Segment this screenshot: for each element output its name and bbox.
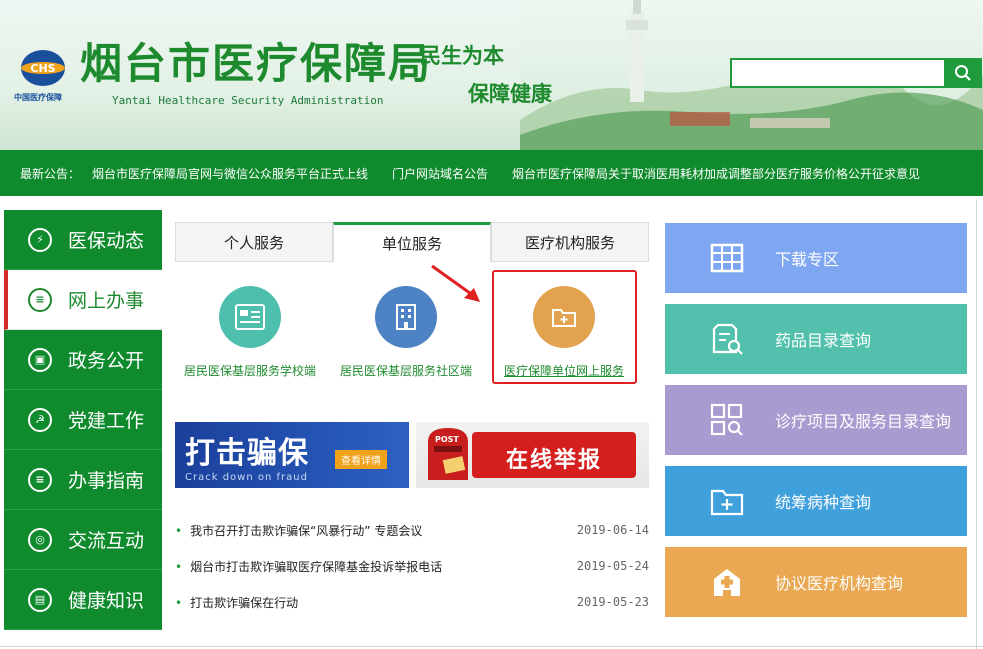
mailbox-label: POST [435,435,459,444]
tab-unit-service[interactable]: 单位服务 [333,222,491,262]
quick-link-drug-catalog[interactable]: 药品目录查询 [665,304,967,374]
squares-search-icon [709,402,745,438]
site-header: CHS 中国医疗保障 烟台市医疗保障局 Yantai Healthcare Se… [0,0,983,150]
document-search-icon [709,321,745,357]
quick-link-disease-query[interactable]: 统筹病种查询 [665,466,967,536]
nav-item-public-affairs[interactable]: ▣ 政务公开 [4,330,162,390]
service-label: 居民医保基层服务社区端 [339,364,472,378]
hammer-sickle-icon: ☭ [28,407,52,432]
nav-item-label: 交流互动 [68,530,145,552]
service-label: 居民医保基层服务学校端 [183,364,316,378]
news-item[interactable]: 我市召开打击欺诈骗保“风暴行动” 专题会议 2019-06-14 [175,512,649,548]
search-input[interactable] [730,58,944,88]
news-date: 2019-05-24 [576,559,649,573]
list-icon: ≡ [28,287,52,312]
banner-report-title: 在线举报 [505,448,602,473]
list-icon: ≡ [28,467,52,492]
quick-link-label: 协议医疗机构查询 [775,574,904,593]
service-tabs: 个人服务 单位服务 医疗机构服务 [175,222,649,262]
nav-item-online-service[interactable]: ≡ 网上办事 [4,270,162,330]
slogan-line-1: 民生为本 [420,44,504,68]
site-subtitle: Yantai Healthcare Security Administratio… [112,94,384,107]
site-title: 烟台市医疗保障局 [80,39,433,88]
news-item[interactable]: 打击欺诈骗保在行动 2019-05-23 [175,584,649,620]
news-title[interactable]: 烟台市打击欺诈骗取医疗保障基金投诉举报电话 [175,558,442,575]
banner-report-panel: 在线举报 [472,432,636,478]
quick-link-agreement-hospitals[interactable]: 协议医疗机构查询 [665,547,967,617]
news-item[interactable]: 烟台市打击欺诈骗取医疗保障基金投诉举报电话 2019-05-24 [175,548,649,584]
nav-item-party-building[interactable]: ☭ 党建工作 [4,390,162,450]
book-icon: ▤ [28,587,52,612]
nav-item-health[interactable]: ▤ 健康知识 [4,570,162,630]
hospital-icon [709,564,745,600]
nav-item-label: 健康知识 [68,590,145,612]
quick-link-treatment-catalog[interactable]: 诊疗项目及服务目录查询 [665,385,967,455]
notice-label: 最新公告： [20,166,81,181]
logo-cn-text: 中国医疗保障 [14,93,62,102]
news-date: 2019-06-14 [576,523,649,537]
quick-link-label: 下载专区 [775,250,840,269]
quick-link-label: 药品目录查询 [775,331,872,350]
notice-item[interactable]: 门户网站域名公告 [392,165,488,182]
news-date: 2019-05-23 [576,595,649,609]
banner-fraud-crackdown[interactable]: 打击骗保 查看详情 Crack down on fraud [175,422,409,488]
chs-logo-icon: CHS [21,50,65,86]
annotation-arrow-icon [431,264,480,302]
content-frame-bottom [0,646,983,647]
service-school[interactable]: 居民医保基层服务学校端 [170,286,330,379]
nav-item-label: 政务公开 [68,350,145,372]
quick-link-label: 统筹病种查询 [775,493,872,512]
chat-icon: ◎ [28,527,52,552]
student-card-icon [219,286,281,348]
nav-item-label: 办事指南 [68,470,145,492]
highlight-box [492,270,637,384]
quick-link-label: 诊疗项目及服务目录查询 [775,412,952,431]
notice-item[interactable]: 烟台市医疗保障局关于取消医用耗材加成调整部分医疗服务价格公开征求意见 [512,165,920,182]
news-title[interactable]: 打击欺诈骗保在行动 [175,594,298,611]
banner-fraud-subtitle: Crack down on fraud [185,472,308,483]
grid-table-icon [709,240,745,276]
quick-link-downloads[interactable]: 下载专区 [665,223,967,293]
lightning-icon: ⚡ [28,227,52,252]
logo-abbr: CHS [30,62,55,75]
slogan-line-2: 保障健康 [468,82,552,106]
banner-fraud-details-button[interactable]: 查看详情 [335,450,387,469]
left-nav: ⚡ 医保动态 ≡ 网上办事 ▣ 政务公开 ☭ 党建工作 ≡ 办事指南 ◎ 交流互… [4,210,162,630]
search-bar [730,58,982,88]
folder-plus-icon [709,483,745,519]
banner-fraud-title: 打击骗保 [185,436,309,471]
notice-item[interactable]: 烟台市医疗保障局官网与微信公众服务平台正式上线 [92,165,368,182]
content-frame-right [976,200,977,649]
nav-item-guide[interactable]: ≡ 办事指南 [4,450,162,510]
nav-item-label: 党建工作 [68,410,145,432]
search-button[interactable] [944,58,982,88]
nav-item-label: 网上办事 [68,290,145,312]
banner-online-report[interactable]: POST 在线举报 [416,422,649,488]
news-title[interactable]: 我市召开打击欺诈骗保“风暴行动” 专题会议 [175,522,422,539]
tab-medical-institution-service[interactable]: 医疗机构服务 [491,222,649,262]
mailbox-icon: POST [428,428,468,480]
search-icon [955,65,971,81]
clipboard-icon: ▣ [28,347,52,372]
nav-item-news[interactable]: ⚡ 医保动态 [4,210,162,270]
notice-bar: 最新公告： 烟台市医疗保障局官网与微信公众服务平台正式上线 门户网站域名公告 烟… [0,150,983,196]
nav-item-label: 医保动态 [68,230,145,252]
nav-item-interaction[interactable]: ◎ 交流互动 [4,510,162,570]
tab-personal-service[interactable]: 个人服务 [175,222,333,262]
news-list: 我市召开打击欺诈骗保“风暴行动” 专题会议 2019-06-14 烟台市打击欺诈… [175,512,649,620]
